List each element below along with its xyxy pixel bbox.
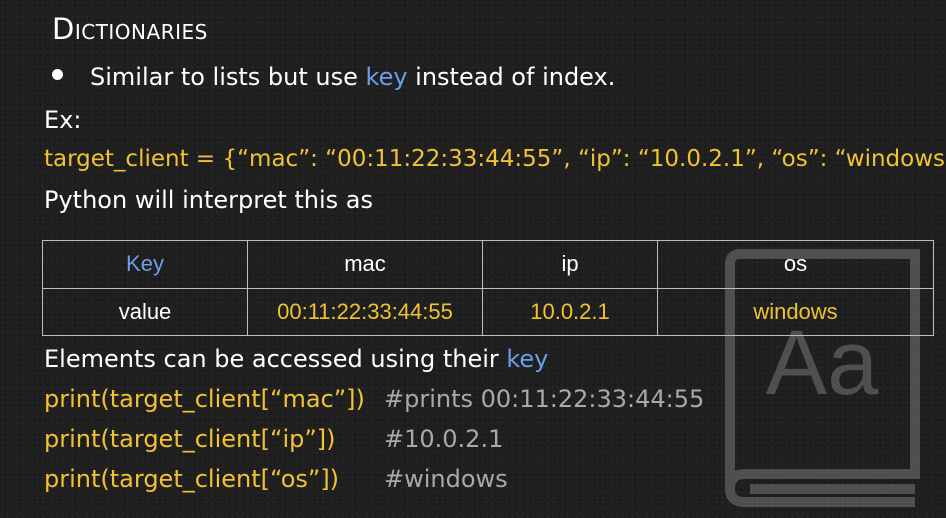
dict-code-line: target_client = {“mac”: “00:11:22:33:44:… — [44, 146, 946, 172]
print-ip-comment: #10.0.2.1 — [384, 425, 504, 453]
access-keyword: key — [506, 345, 549, 373]
print-mac-code: print(target_client[“mac”]) — [44, 385, 365, 413]
table-header-mac: mac — [247, 240, 483, 289]
table-cell-value-label: value — [42, 287, 248, 336]
table-cell-os: windows — [657, 287, 934, 336]
table-header-key: Key — [42, 240, 248, 289]
print-os-comment: #windows — [384, 465, 508, 493]
example-label: Ex: — [44, 106, 82, 134]
table-row-value: value 00:11:22:33:44:55 10.0.2.1 windows — [42, 287, 934, 336]
table-cell-mac: 00:11:22:33:44:55 — [247, 287, 483, 336]
table-header-ip: ip — [482, 240, 658, 289]
print-os-code: print(target_client[“os”]) — [44, 465, 340, 493]
slide-title: Dictionaries — [52, 12, 208, 46]
print-ip-code: print(target_client[“ip”]) — [44, 425, 336, 453]
bullet-keyword: key — [365, 63, 408, 91]
access-text-before: Elements can be accessed using their — [44, 345, 507, 373]
dictionary-table: Key mac ip os value 00:11:22:33:44:55 10… — [42, 240, 934, 336]
table-row-header: Key mac ip os — [42, 240, 934, 289]
bullet-text: Similar to lists but use key instead of … — [90, 63, 615, 91]
bullet-text-before: Similar to lists but use — [90, 63, 366, 91]
access-text: Elements can be accessed using their key — [44, 345, 548, 373]
interpret-text: Python will interpret this as — [44, 186, 374, 214]
bullet-dot — [52, 69, 63, 80]
table-cell-ip: 10.0.2.1 — [482, 287, 658, 336]
table-header-os: os — [657, 240, 934, 289]
print-mac-comment: #prints 00:11:22:33:44:55 — [384, 385, 705, 413]
bullet-text-after: instead of index. — [407, 63, 616, 91]
